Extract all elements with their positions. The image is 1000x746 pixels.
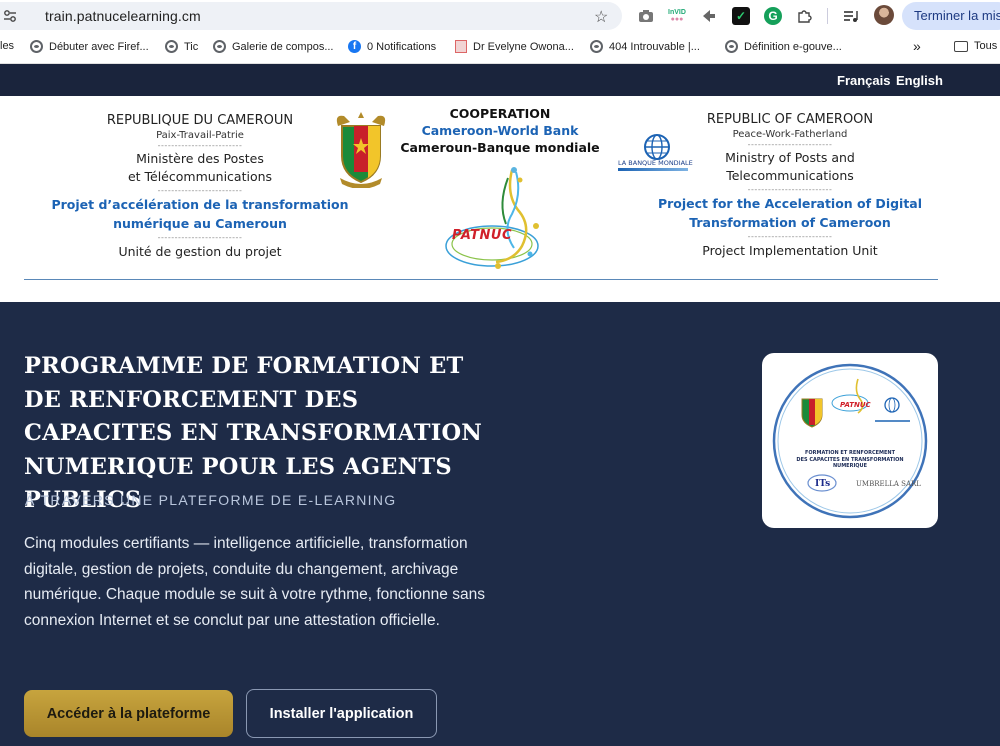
svg-text:ITs: ITs — [815, 479, 830, 489]
all-bookmarks-folder[interactable]: Tous — [954, 40, 997, 52]
folder-label: Tous — [974, 40, 998, 52]
bookmark-item[interactable]: Définition e-gouve... — [725, 40, 842, 53]
install-app-button[interactable]: Installer l'application — [246, 689, 437, 738]
cooperation-english: Cameroon-World Bank — [421, 123, 579, 138]
cameroon-coat-of-arms-logo — [336, 112, 386, 188]
cooperation-title: COOPERATION — [449, 106, 551, 121]
program-badge-emblem: PATNUC ITs UMBRELLA SARL — [772, 363, 928, 519]
bookmark-item[interactable]: les — [0, 40, 14, 52]
lang-english-link[interactable]: English — [896, 73, 943, 88]
separator: ------------------------- — [157, 233, 243, 242]
project-name-line: Transformation of Cameroon — [689, 215, 891, 230]
hero-description: Cinq modules certifiants — intelligence … — [24, 535, 485, 629]
globe-icon — [30, 40, 43, 53]
project-name-line: Project for the Acceleration of Digital — [657, 196, 923, 211]
hero-subtitle: À TRAVERS UNE PLATEFORME DE E-LEARNING — [25, 492, 397, 508]
globe-icon — [590, 40, 603, 53]
profile-avatar[interactable] — [874, 5, 894, 25]
svg-text:PATNUC: PATNUC — [840, 401, 872, 409]
facebook-icon: f — [348, 40, 361, 53]
bookmark-label: les — [0, 40, 15, 52]
country-name: REPUBLIQUE DU CAMEROUN — [106, 113, 294, 128]
unit-name: Project Implementation Unit — [702, 243, 878, 258]
bookmarks-bar: les Débuter avec Firef... Tic Galerie de… — [0, 32, 1000, 64]
bookmark-label: Débuter avec Firef... — [49, 40, 149, 53]
bookmark-item[interactable]: Débuter avec Firef... — [30, 40, 149, 53]
bookmark-item[interactable]: f 0 Notifications — [348, 40, 436, 53]
browser-toolbar: train.patnucelearning.cm ☆ InVID ●●● ✓ G … — [0, 0, 1000, 32]
badge-title-line: FORMATION ET RENFORCEMENT — [804, 450, 896, 456]
pdf-icon — [455, 40, 467, 53]
site-settings-icon[interactable] — [2, 8, 18, 24]
ministry-line: Telecommunications — [726, 168, 854, 183]
separator: ------------------------- — [157, 141, 243, 150]
hero-section: PROGRAMME DE FORMATION ET DE RENFORCEMEN… — [0, 302, 1000, 746]
extensions-puzzle-icon[interactable] — [795, 7, 813, 25]
bookmark-label: Définition e-gouve... — [744, 40, 842, 53]
official-header: REPUBLIQUE DU CAMEROUN Paix-Travail-Patr… — [0, 96, 1000, 302]
globe-icon — [213, 40, 226, 53]
header-divider — [24, 279, 938, 280]
bookmark-item[interactable]: 404 Introuvable |... — [590, 40, 700, 53]
bookmark-star-icon[interactable]: ☆ — [594, 7, 608, 27]
bookmark-item[interactable]: Dr Evelyne Owona... — [455, 40, 574, 53]
lang-french-link[interactable]: Français — [837, 73, 890, 88]
header-left-french: REPUBLIQUE DU CAMEROUN Paix-Travail-Patr… — [40, 113, 360, 259]
access-platform-button[interactable]: Accéder à la plateforme — [24, 690, 233, 737]
bookmark-item[interactable]: Galerie de compos... — [213, 40, 334, 53]
header-right-english: REPUBLIC OF CAMEROON Peace-Work-Fatherla… — [630, 112, 950, 258]
country-motto: Peace-Work-Fatherland — [732, 129, 848, 140]
invid-extension-icon[interactable]: InVID ●●● — [668, 7, 686, 25]
address-bar[interactable]: train.patnucelearning.cm ☆ — [0, 2, 622, 30]
bookmark-label: 0 Notifications — [367, 40, 437, 53]
site-top-nav: Français English — [0, 64, 1000, 96]
country-name: REPUBLIC OF CAMEROON — [706, 112, 874, 127]
patnuc-logo-text: PATNUC — [452, 228, 512, 243]
project-name-line: Projet d’accélération de la transformati… — [51, 197, 349, 212]
bookmark-item[interactable]: Tic — [165, 40, 198, 53]
patnuc-logo — [445, 167, 539, 269]
update-browser-button[interactable]: Terminer la mise — [902, 2, 1000, 30]
toolbar-divider — [827, 8, 828, 24]
globe-icon — [165, 40, 178, 53]
badge-title-line: DES CAPACITES EN TRANSFORMATION NUMERIQU… — [796, 457, 904, 469]
separator: ------------------------- — [747, 185, 833, 194]
svg-text:UMBRELLA SARL: UMBRELLA SARL — [856, 480, 921, 488]
country-motto: Paix-Travail-Patrie — [156, 130, 244, 141]
puzzle-arrow-extension-icon[interactable] — [700, 7, 718, 25]
separator: ------------------------- — [157, 186, 243, 195]
ministry-line: Ministry of Posts and — [725, 150, 855, 165]
project-name-line: numérique au Cameroun — [113, 216, 287, 231]
more-bookmarks-button[interactable]: » — [913, 38, 921, 54]
bookmark-label: 404 Introuvable |... — [609, 40, 700, 53]
media-control-icon[interactable] — [842, 7, 860, 25]
check-extension-icon[interactable]: ✓ — [732, 7, 750, 25]
cooperation-french: Cameroun-Banque mondiale — [400, 140, 600, 155]
folder-icon — [954, 40, 968, 52]
url-text[interactable]: train.patnucelearning.cm — [45, 8, 201, 24]
program-badge-card: PATNUC ITs UMBRELLA SARL FORMATION ET RE… — [762, 353, 938, 528]
bookmark-label: Tic — [184, 40, 199, 53]
bookmark-label: Galerie de compos... — [232, 40, 334, 53]
separator: ------------------------- — [747, 232, 833, 241]
ministry-line: Ministère des Postes — [136, 151, 264, 166]
unit-name: Unité de gestion du projet — [118, 244, 282, 259]
bookmark-label: Dr Evelyne Owona... — [473, 40, 574, 53]
globe-icon — [725, 40, 738, 53]
ministry-line: et Télécommunications — [127, 169, 273, 184]
separator: ------------------------- — [747, 140, 833, 149]
cooperation-block: COOPERATION Cameroon-World Bank Cameroun… — [400, 106, 600, 155]
camera-icon[interactable] — [637, 7, 655, 25]
grammarly-icon[interactable]: G — [764, 7, 782, 25]
